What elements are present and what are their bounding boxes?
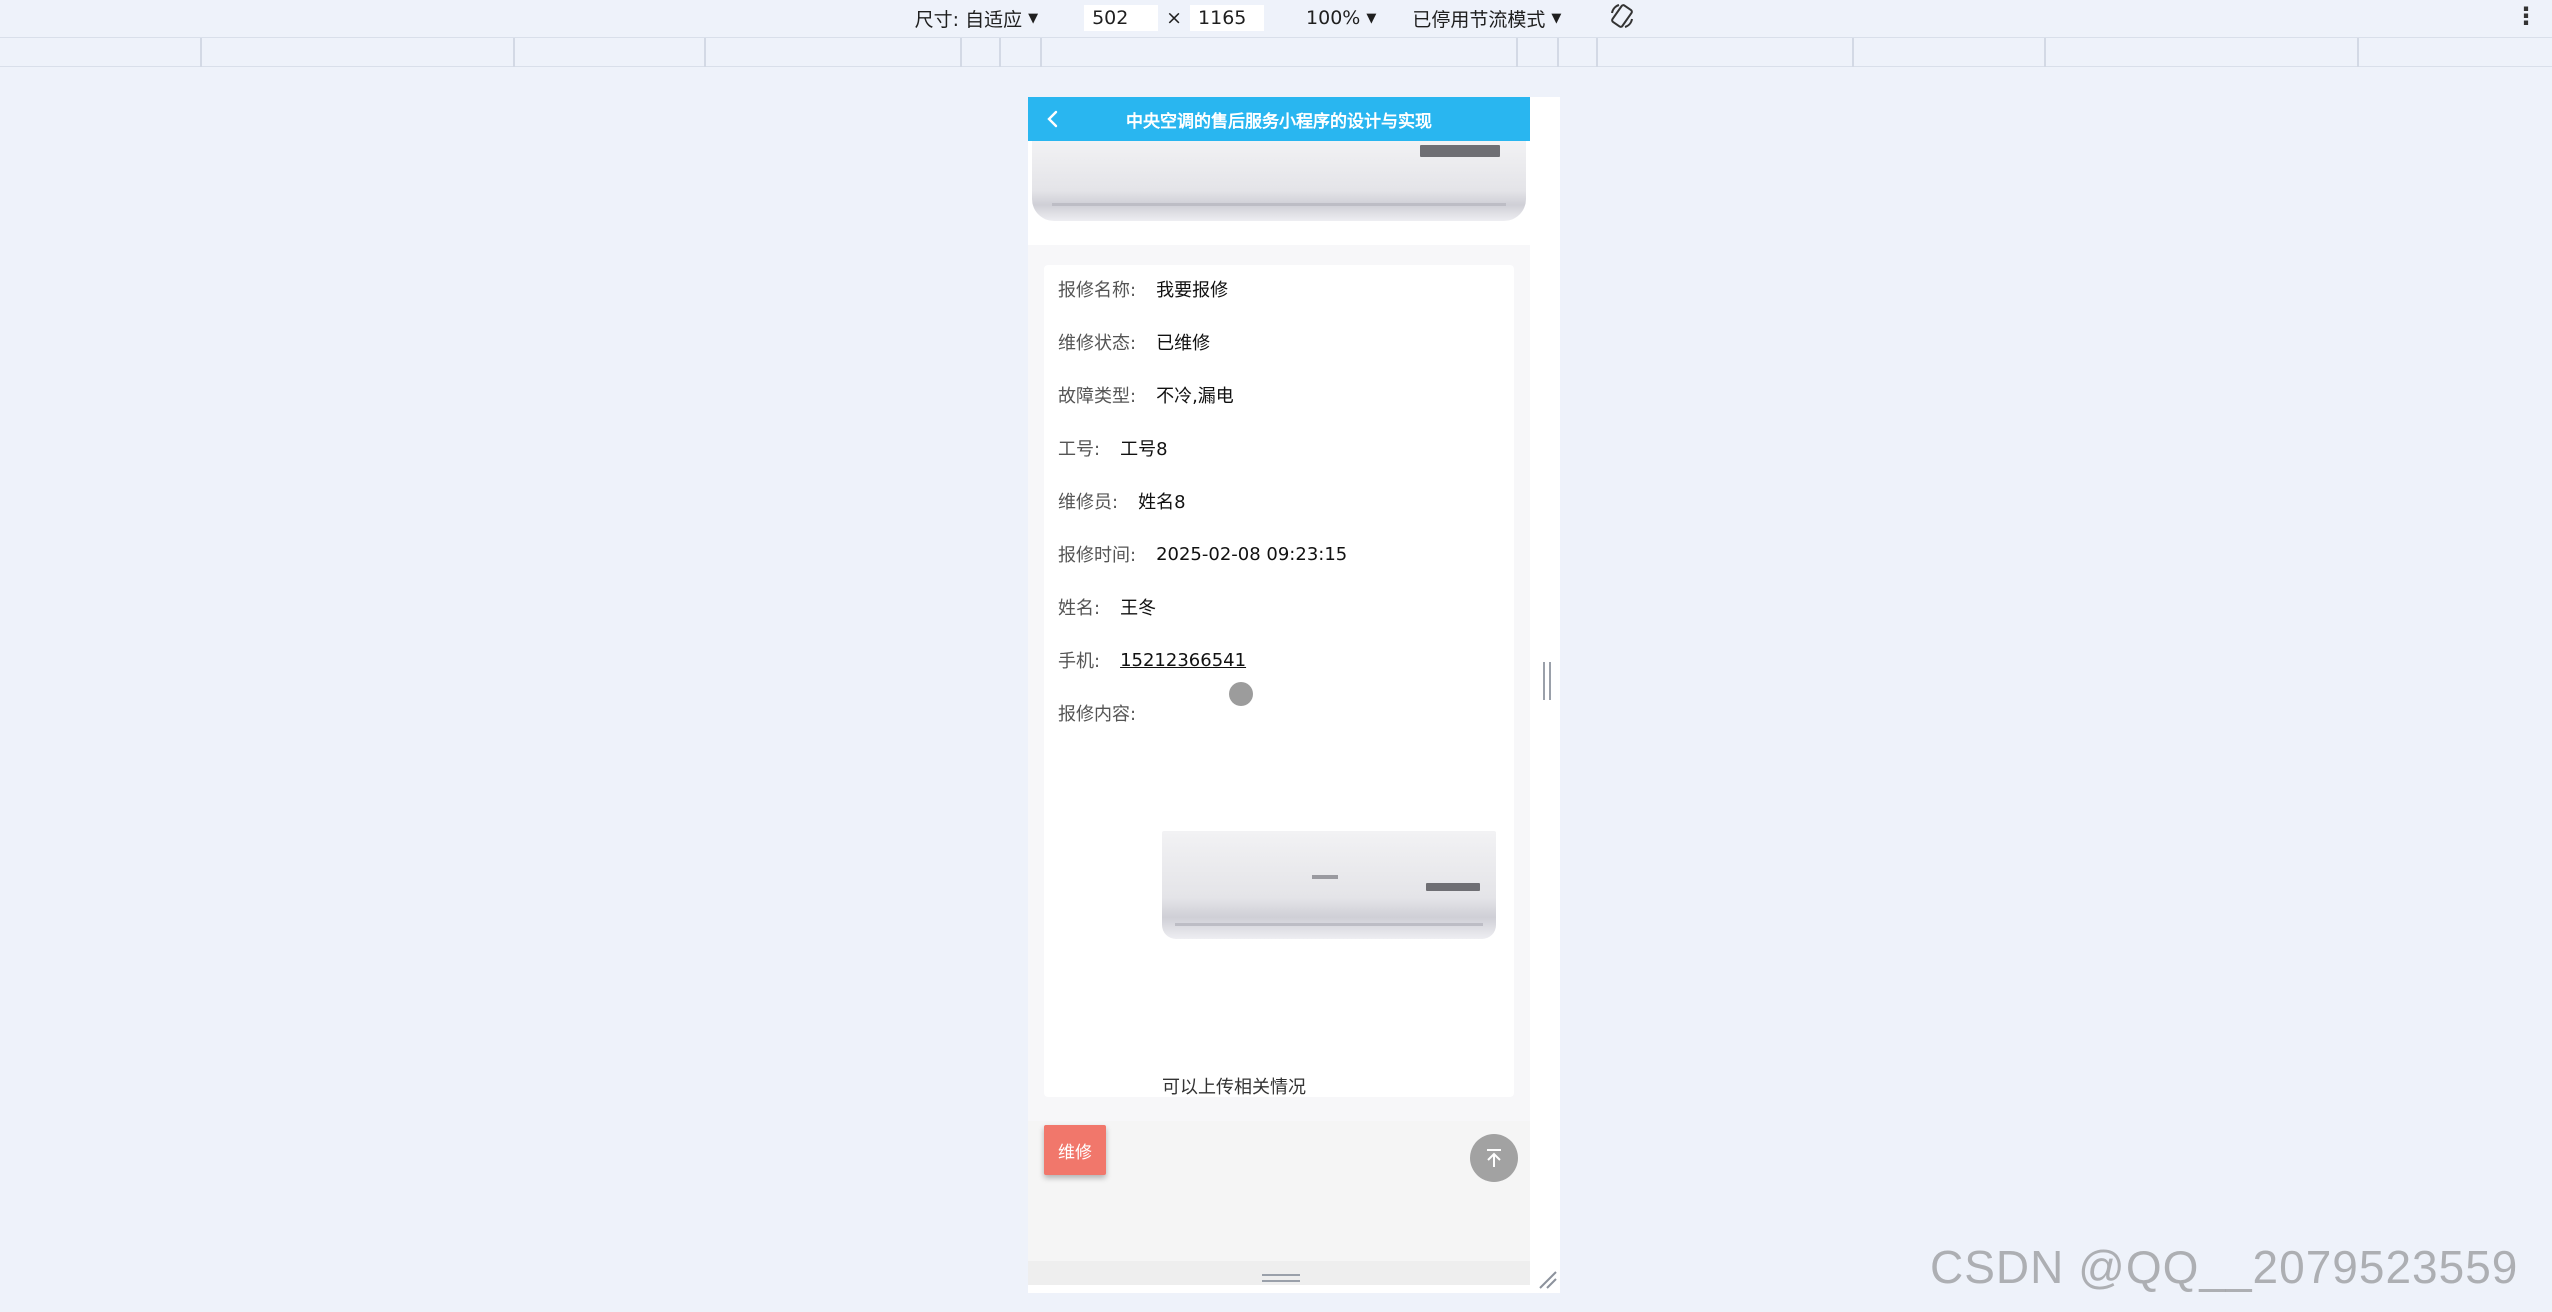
field-label: 故障类型: — [1058, 386, 1137, 407]
ruler-segment[interactable] — [962, 38, 1001, 67]
vent — [1175, 923, 1483, 926]
field-value: 王冬 — [1120, 598, 1157, 619]
caret-down-icon: ▼ — [1366, 10, 1377, 26]
back-to-top-button[interactable] — [1470, 1134, 1518, 1182]
media-query-bar — [0, 37, 2552, 67]
field-value: 工号8 — [1120, 439, 1168, 460]
height-input[interactable]: 1165 — [1190, 5, 1265, 31]
display-panel — [1426, 883, 1480, 891]
resize-handle-bottom[interactable] — [1262, 1274, 1300, 1282]
ruler-segment[interactable] — [2046, 38, 2359, 67]
field-value: 我要报修 — [1156, 280, 1229, 301]
back-arrow-icon[interactable] — [1042, 107, 1064, 131]
brand-logo — [1312, 875, 1338, 879]
field-repair-time: 报修时间: 2025-02-08 09:23:15 — [1058, 540, 1347, 568]
dimensions-dropdown[interactable]: 尺寸: 自适应 ▼ — [915, 5, 1038, 32]
ruler-segment[interactable] — [0, 38, 202, 67]
field-repair-status: 维修状态: 已维修 — [1058, 328, 1210, 356]
field-technician: 维修员: 姓名8 — [1058, 487, 1186, 515]
field-content: 报修内容: — [1058, 699, 1136, 727]
ruler-segment[interactable] — [202, 38, 515, 67]
phone-link[interactable]: 15212366541 — [1120, 650, 1246, 671]
watermark: CSDN @QQ__2079523559 — [1930, 1241, 2519, 1293]
ruler-segment[interactable] — [1042, 38, 1518, 67]
dimensions-label: 尺寸: 自适应 — [914, 8, 1023, 31]
throttle-label: 已停用节流模式 — [1412, 8, 1546, 31]
page-title: 中央空调的售后服务小程序的设计与实现 — [1126, 111, 1432, 132]
field-label: 报修时间: — [1058, 545, 1137, 566]
nav-bar: 中央空调的售后服务小程序的设计与实现 — [1028, 97, 1530, 141]
detail-card: 报修名称: 我要报修 维修状态: 已维修 故障类型: 不冷,漏电 工号: 工号8… — [1044, 265, 1514, 1098]
ruler-segment[interactable] — [1559, 38, 1598, 67]
field-label: 姓名: — [1058, 598, 1101, 619]
ruler-segment[interactable] — [515, 38, 706, 67]
field-value: 2025-02-08 09:23:15 — [1156, 543, 1348, 565]
content-image[interactable] — [1162, 831, 1496, 939]
caret-down-icon: ▼ — [1551, 10, 1562, 26]
zoom-label: 100% — [1306, 7, 1361, 29]
ruler-segment[interactable] — [706, 38, 962, 67]
field-value: 不冷,漏电 — [1156, 386, 1234, 407]
field-repair-name: 报修名称: 我要报修 — [1058, 275, 1228, 303]
field-value: 已维修 — [1156, 333, 1211, 354]
field-label: 报修内容: — [1058, 704, 1137, 725]
rotate-icon[interactable] — [1607, 1, 1637, 36]
zoom-dropdown[interactable]: 100% ▼ — [1306, 7, 1376, 29]
field-label: 维修员: — [1058, 492, 1119, 513]
banner-image[interactable] — [1028, 141, 1530, 245]
field-employee-id: 工号: 工号8 — [1058, 434, 1168, 462]
vent — [1051, 203, 1507, 206]
ruler-segment[interactable] — [1598, 38, 1854, 67]
throttle-dropdown[interactable]: 已停用节流模式 ▼ — [1412, 5, 1561, 32]
device-toolbar: 尺寸: 自适应 ▼ 502 × 1165 100% ▼ 已停用节流模式 ▼ ⋮ — [0, 0, 2552, 36]
field-label: 手机: — [1058, 651, 1101, 672]
field-value: 姓名8 — [1138, 492, 1186, 513]
arrow-up-icon — [1487, 1149, 1501, 1167]
touch-cursor-dot — [1229, 682, 1253, 706]
repair-button[interactable]: 维修 — [1044, 1125, 1106, 1175]
air-conditioner-image — [1032, 141, 1526, 221]
field-label: 报修名称: — [1058, 280, 1137, 301]
field-label: 工号: — [1058, 439, 1101, 460]
ruler-segment[interactable] — [1854, 38, 2046, 67]
display-panel — [1420, 145, 1500, 157]
resize-corner-icon[interactable] — [1536, 1268, 1558, 1290]
width-input[interactable]: 502 — [1084, 5, 1159, 31]
detail-page: 报修名称: 我要报修 维修状态: 已维修 故障类型: 不冷,漏电 工号: 工号8… — [1028, 141, 1530, 1285]
phone-viewport: 中央空调的售后服务小程序的设计与实现 报修名称: 我要报修 维修状态: 已维修 … — [1028, 97, 1560, 1293]
times-sign: × — [1166, 7, 1183, 29]
resize-handle-right[interactable] — [1543, 662, 1551, 700]
field-name: 姓名: 王冬 — [1058, 593, 1156, 621]
ruler-segment[interactable] — [1001, 38, 1042, 67]
field-fault-type: 故障类型: 不冷,漏电 — [1058, 381, 1234, 409]
field-label: 维修状态: — [1058, 333, 1137, 354]
more-options-icon[interactable]: ⋮ — [2514, 2, 2538, 30]
content-text: 可以上传相关情况 — [1162, 1077, 1306, 1098]
ruler-segment[interactable] — [1518, 38, 1559, 67]
caret-down-icon: ▼ — [1028, 10, 1039, 26]
field-phone: 手机: 15212366541 — [1058, 646, 1246, 674]
